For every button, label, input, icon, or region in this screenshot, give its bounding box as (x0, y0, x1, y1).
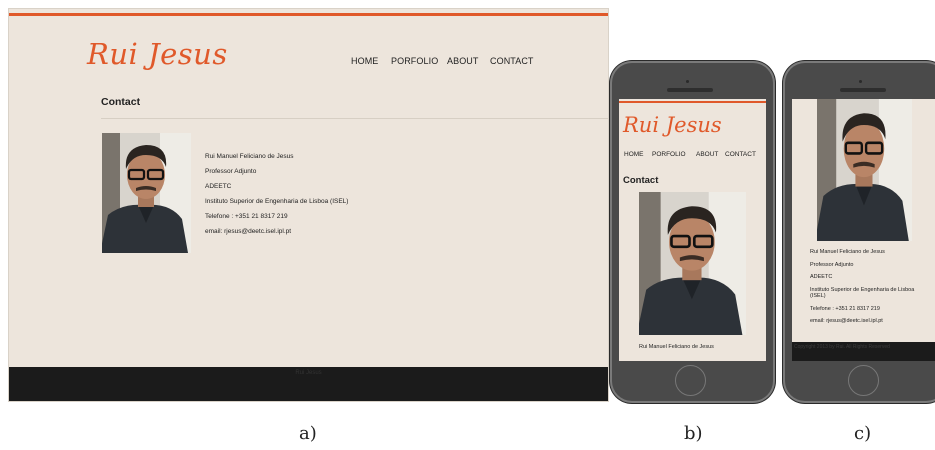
home-button[interactable] (848, 365, 879, 396)
page-heading: Contact (101, 96, 141, 108)
portrait-photo (639, 192, 746, 335)
contact-name: Rui Manuel Feliciano de Jesus (205, 153, 294, 160)
heading-divider (101, 118, 608, 119)
contact-email[interactable]: email: rjesus@deetc.isel.ipl.pt (205, 224, 348, 239)
portrait-photo (102, 133, 191, 253)
contact-dept: ADEETC (205, 183, 232, 190)
nav-about[interactable]: ABOUT (447, 56, 479, 66)
site-logo[interactable]: Rui Jesus (87, 37, 228, 71)
contact-institute: Instituto Superior de Engenharia de Lisb… (810, 286, 915, 300)
copyright-text: Copyright 2013 by Rui. All Rights Reserv… (794, 344, 890, 350)
phone-screen-c: Rui Manuel Feliciano de Jesus Professor … (792, 99, 935, 361)
site-footer: Copyright 2013 by Rui. All Rights Reserv… (792, 342, 935, 361)
phone-mockup-c: Rui Manuel Feliciano de Jesus Professor … (783, 61, 935, 403)
contact-name: Rui Manuel Feliciano de Jesus (810, 249, 885, 255)
contact-name: Rui Manuel Feliciano de Jesus (639, 344, 714, 350)
contact-phone: Telefone : +351 21 8317 219 (205, 213, 288, 220)
accent-top-line (9, 13, 608, 16)
speaker-grille (667, 88, 713, 92)
nav-about[interactable]: ABOUT (696, 151, 718, 158)
footer-text: Rui Jesus (295, 370, 322, 376)
contact-info: Rui Manuel Feliciano de Jesus Professor … (205, 149, 348, 239)
contact-email[interactable]: email: rjesus@deetc.isel.ipl.pt (810, 318, 930, 325)
contact-info: Rui Manuel Feliciano de Jesus Professor … (810, 249, 930, 331)
site-logo[interactable]: Rui Jesus (623, 113, 722, 137)
caption-b: b) (684, 423, 703, 444)
contact-title: Professor Adjunto (810, 261, 854, 268)
phone-screen-b: Rui Jesus HOME PORFOLIO ABOUT CONTACT Co… (619, 99, 766, 361)
portrait-photo (817, 99, 912, 241)
contact-institute: Instituto Superior de Engenharia de Lisb… (205, 198, 349, 205)
contact-dept: ADEETC (810, 274, 833, 280)
accent-top-line (619, 101, 766, 103)
nav-contact[interactable]: CONTACT (725, 151, 756, 158)
speaker-grille (840, 88, 886, 92)
site-footer: Rui Jesus (9, 367, 608, 401)
phone-mockup-b: Rui Jesus HOME PORFOLIO ABOUT CONTACT Co… (610, 61, 775, 403)
nav-porfolio[interactable]: PORFOLIO (391, 56, 438, 66)
nav-porfolio[interactable]: PORFOLIO (652, 151, 686, 158)
nav-contact[interactable]: CONTACT (490, 56, 534, 66)
camera-dot (686, 80, 689, 83)
nav-home[interactable]: HOME (624, 151, 644, 158)
camera-dot (859, 80, 862, 83)
nav-home[interactable]: HOME (351, 56, 378, 66)
page-heading: Contact (623, 175, 659, 186)
caption-c: c) (854, 423, 872, 444)
caption-a: a) (299, 423, 317, 444)
desktop-screenshot: Rui Jesus HOME PORFOLIO ABOUT CONTACT Co… (8, 8, 609, 402)
home-button[interactable] (675, 365, 706, 396)
contact-title: Professor Adjunto (205, 168, 257, 175)
contact-phone: Telefone : +351 21 8317 219 (810, 305, 880, 312)
